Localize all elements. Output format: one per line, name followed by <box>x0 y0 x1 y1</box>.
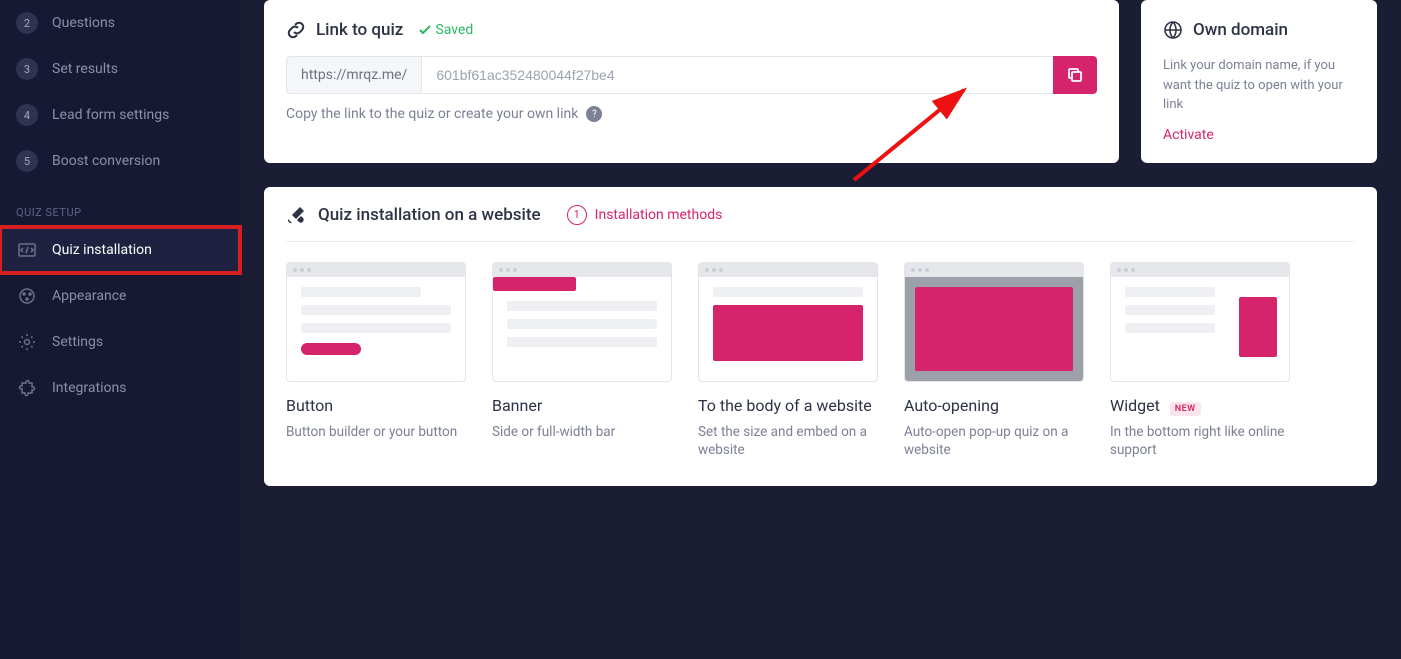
copy-icon <box>1066 66 1084 84</box>
step-label: Lead form settings <box>52 107 169 123</box>
nav-label: Quiz installation <box>52 242 152 258</box>
globe-icon <box>1163 20 1183 40</box>
option-desc: In the bottom right like online support <box>1110 423 1290 461</box>
sidebar-step-questions[interactable]: 2 Questions <box>0 0 240 46</box>
option-desc: Button builder or your button <box>286 423 466 442</box>
url-prefix: https://mrqz.me/ <box>286 56 421 94</box>
sidebar-step-boost[interactable]: 5 Boost conversion <box>0 138 240 184</box>
preview-button <box>286 262 466 382</box>
help-icon[interactable]: ? <box>586 106 602 122</box>
install-option-body[interactable]: To the body of a website Set the size an… <box>698 262 878 461</box>
puzzle-icon <box>16 377 38 399</box>
option-title: Button <box>286 396 466 415</box>
option-desc: Set the size and embed on a website <box>698 423 878 461</box>
step-number: 4 <box>16 104 38 126</box>
link-hint: Copy the link to the quiz or create your… <box>286 106 1097 122</box>
quiz-link-input[interactable] <box>421 56 1053 94</box>
sidebar-step-results[interactable]: 3 Set results <box>0 46 240 92</box>
preview-body-embed <box>698 262 878 382</box>
sidebar-section-label: QUIZ SETUP <box>0 184 240 227</box>
saved-indicator: Saved <box>419 22 473 38</box>
saved-label: Saved <box>435 22 473 38</box>
step-label: Questions <box>52 15 115 31</box>
copy-link-button[interactable] <box>1053 56 1097 94</box>
install-option-widget[interactable]: Widget NEW In the bottom right like onli… <box>1110 262 1290 461</box>
option-title: Banner <box>492 396 672 415</box>
domain-desc: Link your domain name, if you want the q… <box>1163 56 1355 115</box>
own-domain-card: Own domain Link your domain name, if you… <box>1141 0 1377 163</box>
option-title: Auto-opening <box>904 396 1084 415</box>
palette-icon <box>16 285 38 307</box>
check-icon <box>419 25 431 35</box>
sidebar-item-quiz-installation[interactable]: Quiz installation <box>0 227 240 273</box>
nav-label: Integrations <box>52 380 126 396</box>
step-label: Set results <box>52 61 118 77</box>
quiz-installation-card: Quiz installation on a website 1 Install… <box>264 187 1377 487</box>
methods-label: Installation methods <box>595 207 723 223</box>
gear-icon <box>16 331 38 353</box>
sidebar-item-integrations[interactable]: Integrations <box>0 365 240 411</box>
link-card-title: Link to quiz <box>316 20 403 40</box>
option-desc: Side or full-width bar <box>492 423 672 442</box>
hint-text: Copy the link to the quiz or create your… <box>286 106 578 122</box>
arrow-annotation <box>844 80 984 190</box>
nav-label: Appearance <box>52 288 126 304</box>
domain-card-title: Own domain <box>1193 20 1288 40</box>
sidebar-step-leadform[interactable]: 4 Lead form settings <box>0 92 240 138</box>
nav-label: Settings <box>52 334 103 350</box>
installation-methods-link[interactable]: 1 Installation methods <box>567 205 723 225</box>
preview-widget <box>1110 262 1290 382</box>
step-number: 5 <box>16 150 38 172</box>
methods-count: 1 <box>567 205 587 225</box>
install-option-banner[interactable]: Banner Side or full-width bar <box>492 262 672 461</box>
install-option-auto-opening[interactable]: Auto-opening Auto-open pop-up quiz on a … <box>904 262 1084 461</box>
link-to-quiz-card: Link to quiz Saved https://mrqz.me/ <box>264 0 1119 163</box>
preview-banner <box>492 262 672 382</box>
tools-icon <box>286 205 306 225</box>
sidebar-item-appearance[interactable]: Appearance <box>0 273 240 319</box>
link-icon <box>286 20 306 40</box>
preview-auto-opening <box>904 262 1084 382</box>
sidebar: 2 Questions 3 Set results 4 Lead form se… <box>0 0 240 659</box>
new-badge: NEW <box>1170 402 1201 416</box>
main-content: Link to quiz Saved https://mrqz.me/ <box>240 0 1401 659</box>
option-title: To the body of a website <box>698 396 878 415</box>
install-option-button[interactable]: Button Button builder or your button <box>286 262 466 461</box>
sidebar-item-settings[interactable]: Settings <box>0 319 240 365</box>
option-desc: Auto-open pop-up quiz on a website <box>904 423 1084 461</box>
step-label: Boost conversion <box>52 153 160 169</box>
option-title-text: Widget <box>1110 396 1160 415</box>
code-icon <box>16 239 38 261</box>
step-number: 2 <box>16 12 38 34</box>
install-title: Quiz installation on a website <box>318 205 541 225</box>
activate-link[interactable]: Activate <box>1163 127 1355 143</box>
option-title: Widget NEW <box>1110 396 1290 415</box>
step-number: 3 <box>16 58 38 80</box>
